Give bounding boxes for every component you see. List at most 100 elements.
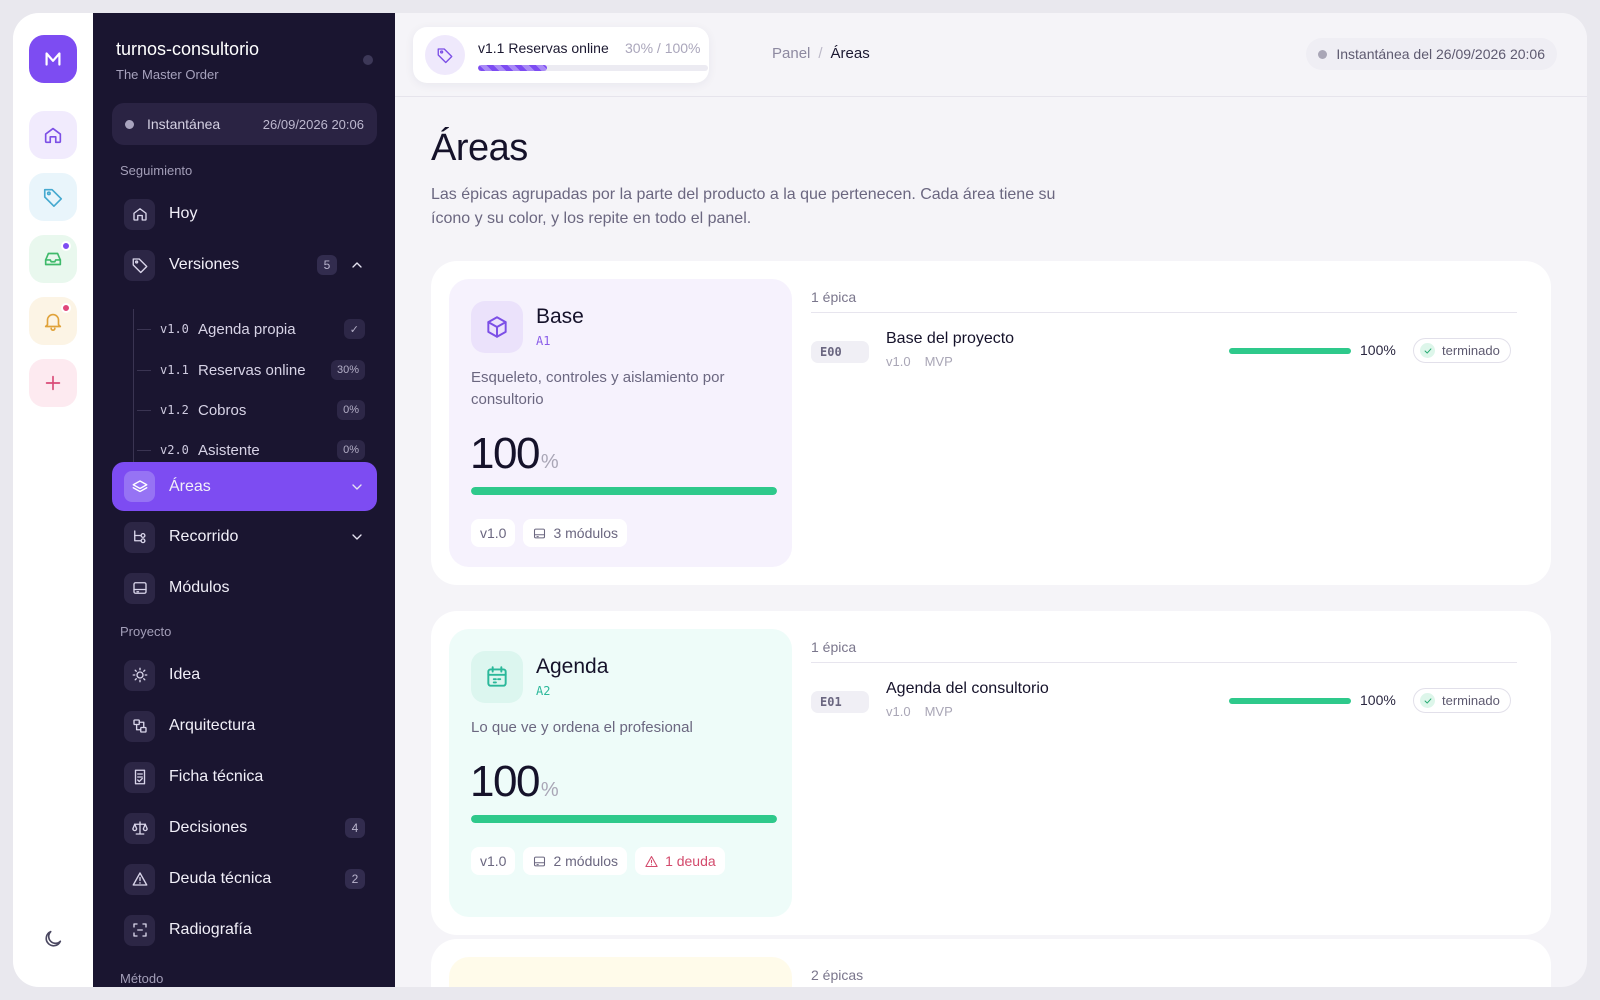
route-icon bbox=[133, 530, 146, 544]
nav-item-decisiones[interactable]: Decisiones 4 bbox=[112, 804, 377, 852]
nav-item-recorrido[interactable]: Recorrido bbox=[112, 513, 377, 561]
nav-label: Arquitectura bbox=[169, 717, 256, 734]
modules-chip[interactable]: 2 módulos bbox=[523, 847, 628, 875]
nav-item-modulos[interactable]: Módulos bbox=[112, 564, 377, 612]
breadcrumb-current: Áreas bbox=[830, 45, 870, 62]
nav-item-deuda-tecnica[interactable]: Deuda técnica 2 bbox=[112, 855, 377, 903]
snapshot-selector[interactable]: Instantánea 26/09/2026 20:06 bbox=[112, 103, 377, 145]
release-item-v1-0[interactable]: v1.0 Agenda propia ✓ bbox=[137, 315, 375, 343]
epic-title: Base del proyecto bbox=[886, 330, 1015, 347]
area-percent: 100% bbox=[470, 757, 559, 806]
epic-progress-fill bbox=[1229, 348, 1351, 354]
logo-m-icon[interactable] bbox=[29, 35, 77, 83]
modules-chip[interactable]: 3 módulos bbox=[523, 519, 628, 547]
area-card[interactable]: Base A1 Esqueleto, controles y aislamien… bbox=[449, 279, 792, 567]
nav-label: Deuda técnica bbox=[169, 870, 272, 887]
release-status: ✓ bbox=[343, 319, 365, 339]
breadcrumb: Panel / Áreas bbox=[772, 45, 870, 62]
epic-progress-bar bbox=[1229, 698, 1351, 704]
rail-add-button[interactable] bbox=[29, 359, 77, 407]
plus-icon bbox=[45, 375, 61, 391]
area-percent: 100% bbox=[470, 429, 559, 478]
nav-item-idea[interactable]: Idea bbox=[112, 651, 377, 699]
sidebar: turnos-consultorio The Master Order Inst… bbox=[93, 13, 395, 987]
debt-chip[interactable]: 1 deuda bbox=[635, 847, 725, 875]
release-item-v2-0[interactable]: v2.0 Asistente 0% bbox=[137, 436, 375, 464]
area-card[interactable] bbox=[449, 957, 792, 987]
epic-meta: v1.0 MVP bbox=[886, 704, 953, 719]
count-badge: 5 bbox=[317, 255, 337, 275]
check-icon bbox=[1424, 697, 1431, 704]
area-section-third: 2 épicas bbox=[431, 939, 1551, 987]
section-method: Método bbox=[120, 971, 164, 986]
project-name: turnos-consultorio bbox=[116, 39, 260, 59]
area-description: Lo que ve y ordena el profesional bbox=[471, 719, 693, 736]
chevron-down-icon[interactable] bbox=[349, 529, 365, 545]
release-code: v1.2 bbox=[160, 403, 189, 417]
nav-label: Idea bbox=[169, 666, 201, 683]
page-description: Las épicas agrupadas por la parte del pr… bbox=[431, 186, 1056, 227]
epic-count: 1 épica bbox=[811, 289, 1517, 313]
release-name: v1.1 Reservas online bbox=[478, 40, 609, 56]
drive-icon bbox=[534, 528, 546, 538]
snapshot-text: Instantánea del 26/09/2026 20:06 bbox=[1336, 46, 1545, 62]
rail-inbox-button[interactable] bbox=[29, 235, 77, 283]
section-project: Proyecto bbox=[120, 624, 172, 639]
nav-item-versiones[interactable]: Versiones 5 bbox=[112, 241, 377, 289]
epic-list: 1 épica E01 Agenda del consultorio v1.0 M… bbox=[811, 639, 1517, 739]
status-badge: terminado bbox=[1413, 338, 1511, 363]
layers-icon bbox=[132, 479, 147, 492]
epic-row[interactable]: E00 Base del proyecto v1.0 MVP 100% termi… bbox=[811, 313, 1517, 389]
rail-home-button[interactable] bbox=[29, 111, 77, 159]
snapshot-pill: Instantánea del 26/09/2026 20:06 bbox=[1306, 38, 1557, 70]
area-code: A2 bbox=[536, 684, 551, 698]
tag-icon bbox=[437, 48, 453, 64]
area-progress-fill bbox=[471, 487, 777, 495]
nav-label: Áreas bbox=[169, 477, 211, 495]
nav-label: Ficha técnica bbox=[169, 768, 264, 785]
home-icon bbox=[44, 127, 62, 144]
warning-icon bbox=[132, 872, 147, 886]
drive-icon bbox=[132, 582, 147, 594]
area-section-base: Base A1 Esqueleto, controles y aislamien… bbox=[431, 261, 1551, 585]
release-progress-bar bbox=[478, 65, 708, 71]
nav-label: Recorrido bbox=[169, 528, 239, 545]
rail-tag-button[interactable] bbox=[29, 173, 77, 221]
nav-item-arquitectura[interactable]: Arquitectura bbox=[112, 702, 377, 750]
calendar-icon bbox=[487, 666, 507, 687]
chevron-up-icon[interactable] bbox=[349, 257, 365, 273]
nav-label: Radiografía bbox=[169, 921, 252, 938]
rail-bell-button[interactable] bbox=[29, 297, 77, 345]
breadcrumb-separator: / bbox=[818, 45, 823, 62]
release-status: 0% bbox=[337, 440, 365, 460]
release-item-v1-1[interactable]: v1.1 Reservas online 30% bbox=[137, 356, 375, 384]
release-item-v1-2[interactable]: v1.2 Cobros 0% bbox=[137, 396, 375, 424]
snapshot-label: Instantánea bbox=[147, 116, 221, 132]
epic-list: 2 épicas bbox=[811, 967, 1517, 987]
epic-row[interactable]: E01 Agenda del consultorio v1.0 MVP 100% … bbox=[811, 663, 1517, 739]
theme-toggle-button[interactable] bbox=[29, 915, 77, 963]
project-subtitle: The Master Order bbox=[116, 67, 219, 82]
nav-item-radiografia[interactable]: Radiografía bbox=[112, 906, 377, 954]
section-tracking: Seguimiento bbox=[120, 163, 193, 178]
epic-list: 1 épica E00 Base del proyecto v1.0 MVP 10… bbox=[811, 289, 1517, 389]
tag-icon bbox=[43, 188, 63, 207]
nav-label: Módulos bbox=[169, 579, 230, 596]
project-status-dot bbox=[363, 55, 373, 65]
chevron-down-icon[interactable] bbox=[349, 479, 365, 495]
epic-code: E00 bbox=[811, 341, 869, 363]
app-shell: turnos-consultorio The Master Order Inst… bbox=[13, 13, 1587, 987]
nav-item-areas[interactable]: Áreas bbox=[112, 462, 377, 511]
home-icon bbox=[132, 208, 147, 221]
current-release-card[interactable]: v1.1 Reservas online 30% / 100% bbox=[413, 27, 709, 83]
release-progress-text: 30% / 100% bbox=[625, 40, 701, 56]
scan-icon bbox=[132, 923, 147, 937]
count-badge: 2 bbox=[345, 869, 365, 889]
area-card[interactable]: Agenda A2 Lo que ve y ordena el profesio… bbox=[449, 629, 792, 917]
breadcrumb-panel[interactable]: Panel bbox=[772, 45, 810, 62]
nav-item-hoy[interactable]: Hoy bbox=[112, 190, 377, 238]
nav-item-ficha-tecnica[interactable]: Ficha técnica bbox=[112, 753, 377, 801]
nav-label: Versiones bbox=[169, 256, 240, 273]
epic-percent: 100% bbox=[1360, 692, 1396, 708]
bell-icon bbox=[44, 313, 62, 331]
